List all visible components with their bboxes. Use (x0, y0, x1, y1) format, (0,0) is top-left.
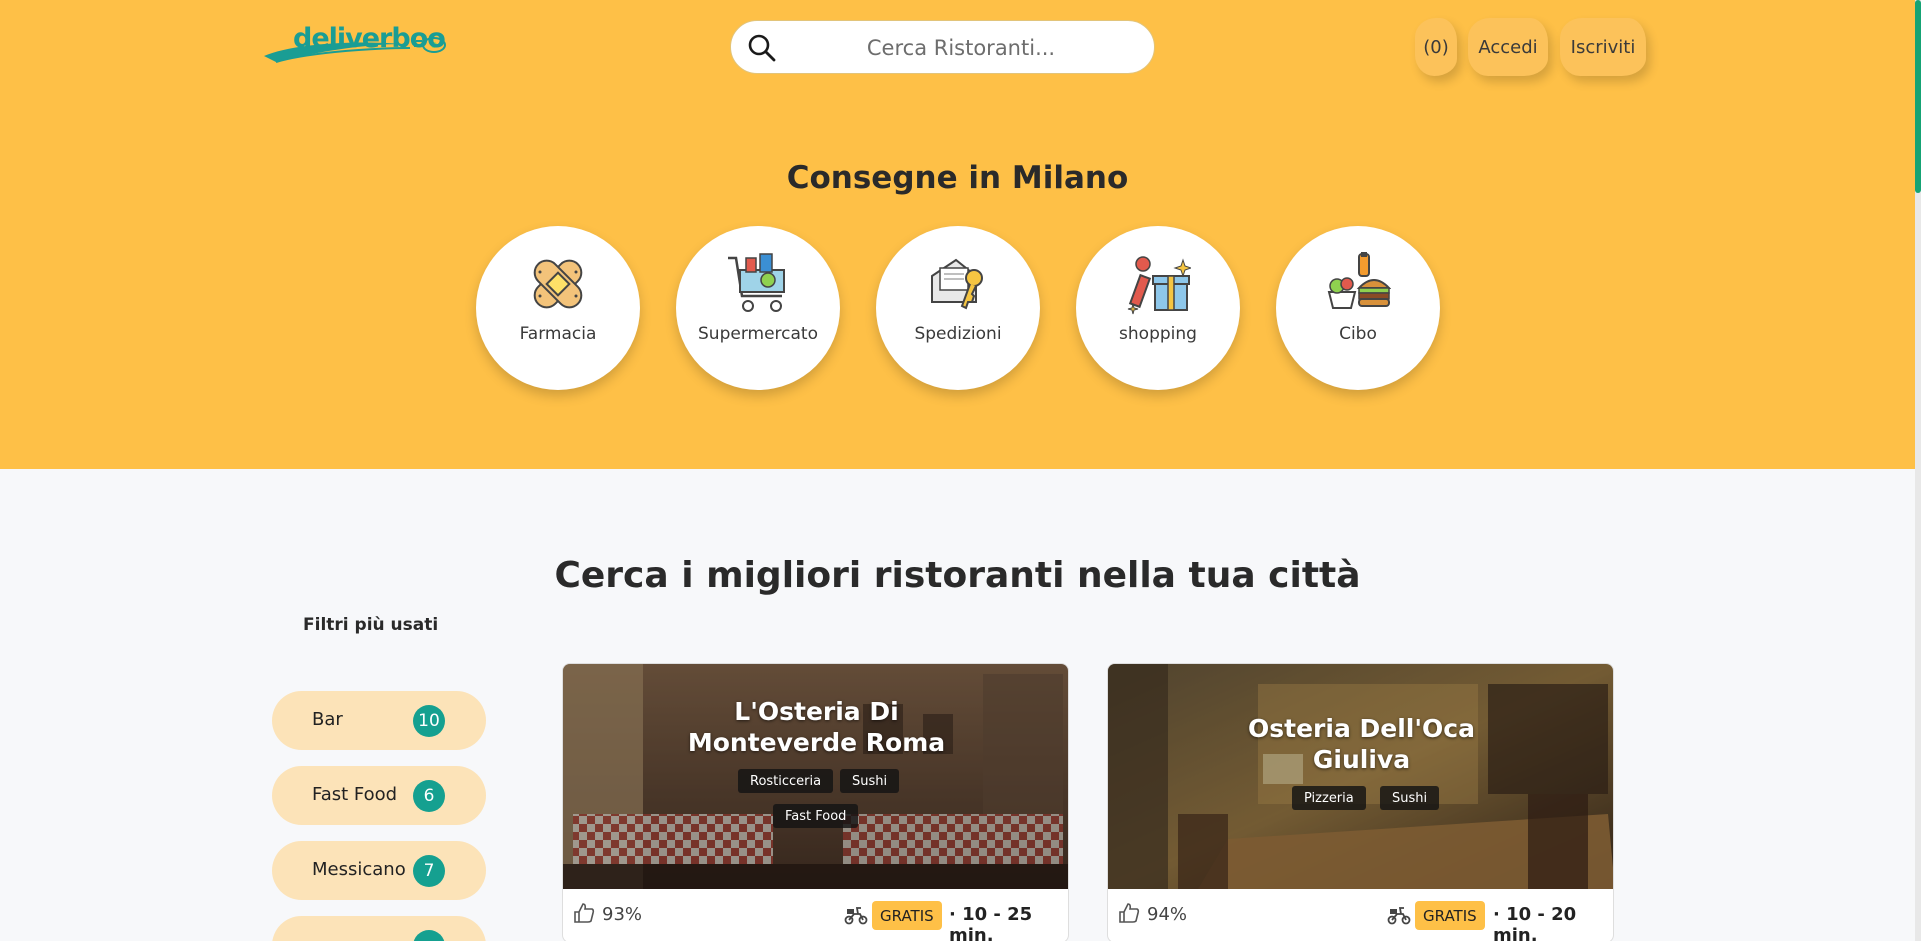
delivery-city: Milano (1011, 160, 1129, 196)
scrollbar-thumb[interactable] (1915, 0, 1921, 193)
cuisine-tag: Sushi (1380, 786, 1440, 810)
delivery-badge: GRATIS (872, 901, 942, 930)
filter-count-badge: 7 (413, 855, 445, 887)
rating-value: 93% (602, 904, 643, 925)
logo-text: deliverboo (293, 23, 446, 54)
restaurant-name-line2: Monteverde Roma (687, 728, 946, 757)
delivery-eta: · 10 - 20 min. (1493, 904, 1577, 941)
hero-banner: deliverboo (0) Accedi Iscriviti Consegne… (0, 0, 1915, 469)
cart-button[interactable]: (0) (1415, 18, 1457, 76)
filter-bar[interactable]: Bar 10 (272, 691, 486, 750)
category-label: shopping (1119, 324, 1197, 344)
filter-partial[interactable] (272, 916, 486, 941)
card-footer: 93% GRATIS · 10 - 25 min. (563, 889, 1068, 941)
gift-icon (1127, 256, 1191, 315)
filter-count-badge: 6 (413, 780, 445, 812)
cuisine-tag: Sushi (840, 769, 900, 793)
scooter-icon (844, 907, 868, 925)
category-label: Cibo (1339, 324, 1377, 344)
logo[interactable]: deliverboo (262, 22, 452, 64)
delivery-eta: · 10 - 25 min. (949, 904, 1033, 941)
category-cibo[interactable]: Cibo (1276, 226, 1440, 390)
envelope-key-icon (931, 258, 983, 310)
signup-button[interactable]: Iscriviti (1560, 18, 1646, 76)
restaurant-card[interactable]: Osteria Dell'Oca Giuliva Pizzeria Sushi … (1107, 663, 1614, 941)
filter-count-badge (413, 930, 445, 941)
category-label: Farmacia (519, 324, 597, 344)
scooter-icon (1387, 907, 1411, 925)
cuisine-tag: Pizzeria (1292, 786, 1366, 810)
filter-name: Messicano (312, 859, 406, 880)
restaurant-card[interactable]: L'Osteria Di Monteverde Roma Rosticceria… (562, 663, 1069, 941)
category-spedizioni[interactable]: Spedizioni (876, 226, 1040, 390)
cuisine-tag: Fast Food (773, 804, 859, 828)
scrollbar[interactable] (1915, 0, 1921, 941)
search-bar[interactable] (730, 20, 1155, 74)
bandage-icon (533, 259, 583, 309)
delivery-badge: GRATIS (1415, 901, 1485, 930)
section-title: Cerca i migliori ristoranti nella tua ci… (554, 555, 1361, 596)
filter-name: Fast Food (312, 784, 398, 805)
shopping-cart-icon (728, 253, 785, 312)
search-input[interactable] (791, 29, 1131, 67)
food-icon (1327, 252, 1391, 309)
filter-fast-food[interactable]: Fast Food 6 (272, 766, 486, 825)
category-shopping[interactable]: shopping (1076, 226, 1240, 390)
category-farmacia[interactable]: Farmacia (476, 226, 640, 390)
delivery-city-title: Consegne in Milano (0, 160, 1915, 196)
delivery-title-prefix: Consegne in (786, 160, 1002, 196)
category-label: Supermercato (698, 324, 818, 344)
search-icon[interactable] (747, 33, 777, 63)
category-supermercato[interactable]: Supermercato (676, 226, 840, 390)
restaurant-name-line2: Giuliva (1312, 745, 1411, 774)
login-button[interactable]: Accedi (1468, 18, 1548, 76)
restaurant-name: Osteria Dell'Oca (1248, 714, 1475, 743)
restaurant-photo (1108, 664, 1613, 889)
filter-name: Bar (312, 709, 343, 730)
restaurant-name: L'Osteria Di (734, 697, 899, 726)
filter-messicano[interactable]: Messicano 7 (272, 841, 486, 900)
cuisine-tag: Rosticceria (738, 769, 834, 793)
thumbs-up-icon (574, 903, 595, 923)
filters-title: Filtri più usati (303, 615, 439, 635)
rating-value: 94% (1147, 904, 1188, 925)
filter-count-badge: 10 (413, 705, 445, 737)
thumbs-up-icon (1119, 903, 1140, 923)
card-footer: 94% GRATIS · 10 - 20 min. (1108, 889, 1613, 941)
category-label: Spedizioni (914, 324, 1002, 344)
